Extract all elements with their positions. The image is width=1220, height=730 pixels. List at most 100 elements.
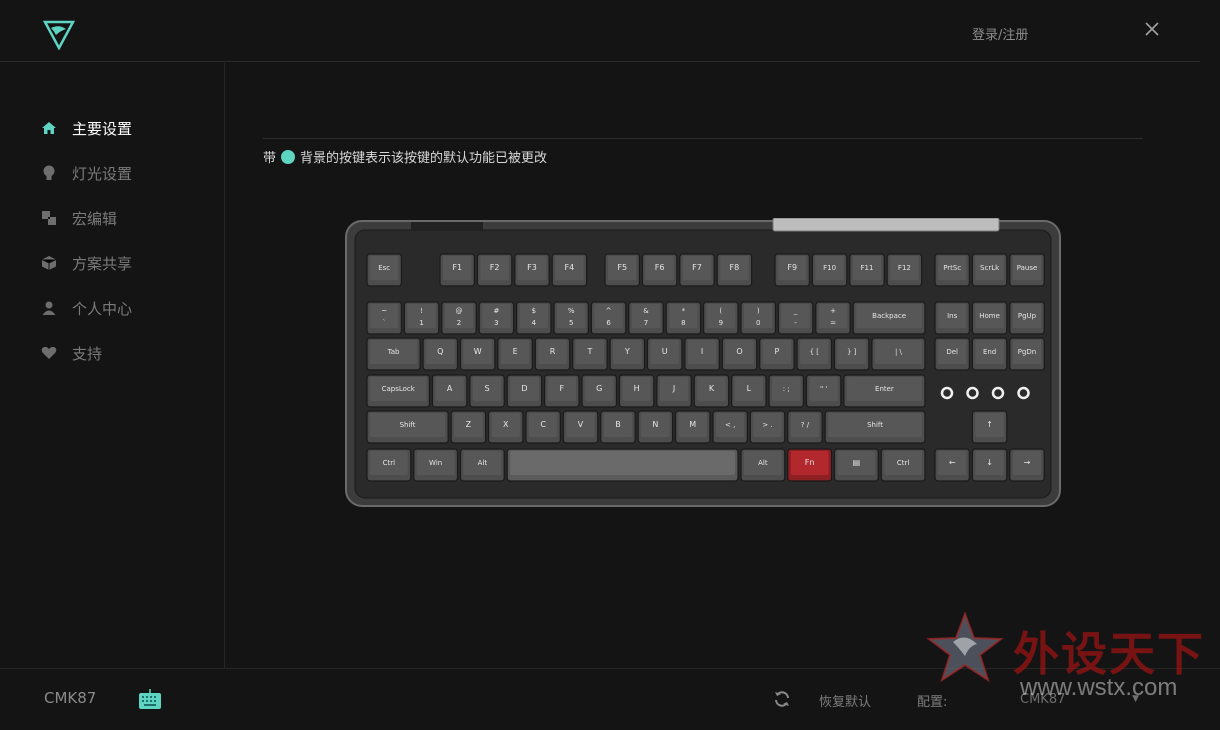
key[interactable]: F1 [439,253,476,287]
key[interactable]: ↓ [971,448,1008,482]
key[interactable]: )0 [740,301,777,335]
sidebar-item-support[interactable]: 支持 [40,341,102,365]
key[interactable]: U [646,337,683,371]
restore-default-button[interactable]: 恢复默认 [819,691,871,710]
key[interactable]: F2 [476,253,513,287]
key[interactable]: F8 [716,253,753,287]
key[interactable]: F11 [849,253,885,287]
sidebar-item-profile-share[interactable]: 方案共享 [40,251,132,275]
key[interactable]: G [581,374,618,408]
key[interactable]: Y [609,337,646,371]
key[interactable]: %5 [553,301,590,335]
key[interactable]: End [971,337,1008,371]
sidebar-item-main-settings[interactable]: 主要设置 [40,116,132,140]
key[interactable]: V [562,410,599,444]
key[interactable]: += [815,301,851,335]
refresh-icon[interactable] [772,689,792,709]
sidebar-item-lighting[interactable]: 灯光设置 [40,161,132,185]
key[interactable]: " ' [805,374,842,408]
key[interactable]: { [ [796,337,833,371]
key[interactable]: A [431,374,468,408]
key[interactable]: Ctrl [880,448,926,482]
top-bar: 登录/注册 [0,0,1200,62]
key[interactable]: ▤ [833,448,879,482]
key[interactable]: PgDn [1009,337,1045,371]
key[interactable]: F10 [811,253,848,287]
key[interactable]: _- [777,301,814,335]
key[interactable]: Q [422,337,459,371]
key[interactable]: ← [934,448,971,482]
key[interactable]: ^6 [590,301,627,335]
key[interactable]: Backpace [852,301,926,335]
key-label: 2 [457,319,461,327]
key[interactable]: &7 [628,301,664,335]
key[interactable]: F12 [886,253,923,287]
key[interactable]: ScrLk [971,253,1008,287]
key[interactable]: Ctrl [366,448,412,482]
key[interactable]: Win [413,448,459,482]
key[interactable]: #3 [478,301,515,335]
key[interactable]: Tab [366,337,421,371]
key[interactable]: E [497,337,533,371]
key[interactable]: : ; [768,374,805,408]
key[interactable]: B [600,410,636,444]
key[interactable]: D [506,374,543,408]
key[interactable]: $4 [516,301,552,335]
key[interactable]: K [693,374,730,408]
key[interactable]: → [1009,448,1045,482]
sidebar-item-macro[interactable]: 宏编辑 [40,206,117,230]
key[interactable]: W [459,337,496,371]
key[interactable]: *8 [665,301,702,335]
key[interactable]: F5 [604,253,641,287]
key[interactable]: F [544,374,580,408]
key[interactable]: CapsLock [366,374,431,408]
key[interactable]: Enter [843,374,926,408]
key[interactable]: (9 [703,301,739,335]
key[interactable]: T [572,337,608,371]
key[interactable]: Pause [1009,253,1045,287]
key[interactable]: Alt [459,448,505,482]
key[interactable]: Alt [740,448,786,482]
key[interactable]: Esc [366,253,403,287]
key[interactable]: PgUp [1009,301,1045,335]
key[interactable]: R [534,337,571,371]
key[interactable]: C [525,410,561,444]
key[interactable]: | \ [871,337,926,371]
key[interactable]: @2 [441,301,477,335]
key[interactable]: F4 [551,253,588,287]
key[interactable]: O [721,337,758,371]
key[interactable]: P [759,337,795,371]
key[interactable]: Ins [934,301,971,335]
key[interactable]: ↑ [971,410,1008,444]
key[interactable] [506,448,739,482]
key[interactable]: F6 [641,253,678,287]
key[interactable]: < , [712,410,748,444]
key[interactable]: ? / [787,410,823,444]
key[interactable]: } ] [833,337,870,371]
key[interactable]: > . [749,410,786,444]
key[interactable]: ~` [366,301,403,335]
key[interactable]: PrtSc [934,253,971,287]
sidebar-item-user-center[interactable]: 个人中心 [40,296,132,320]
key[interactable]: N [637,410,674,444]
key[interactable]: J [656,374,692,408]
key[interactable]: M [674,410,711,444]
key[interactable]: Shift [366,410,449,444]
key[interactable]: H [618,374,655,408]
login-register-link[interactable]: 登录/注册 [972,24,1028,43]
key[interactable]: F7 [679,253,715,287]
keyboard-device-icon[interactable] [138,688,162,710]
key[interactable]: F9 [774,253,811,287]
key[interactable]: Del [934,337,971,371]
key[interactable]: L [731,374,767,408]
close-icon[interactable] [1143,20,1161,38]
key[interactable]: Home [971,301,1008,335]
key[interactable]: X [487,410,524,444]
key[interactable]: S [469,374,505,408]
key[interactable]: !1 [403,301,440,335]
key[interactable]: Shift [824,410,926,444]
key[interactable]: Fn [787,448,833,482]
key[interactable]: I [684,337,720,371]
key[interactable]: F3 [514,253,550,287]
key[interactable]: Z [450,410,487,444]
